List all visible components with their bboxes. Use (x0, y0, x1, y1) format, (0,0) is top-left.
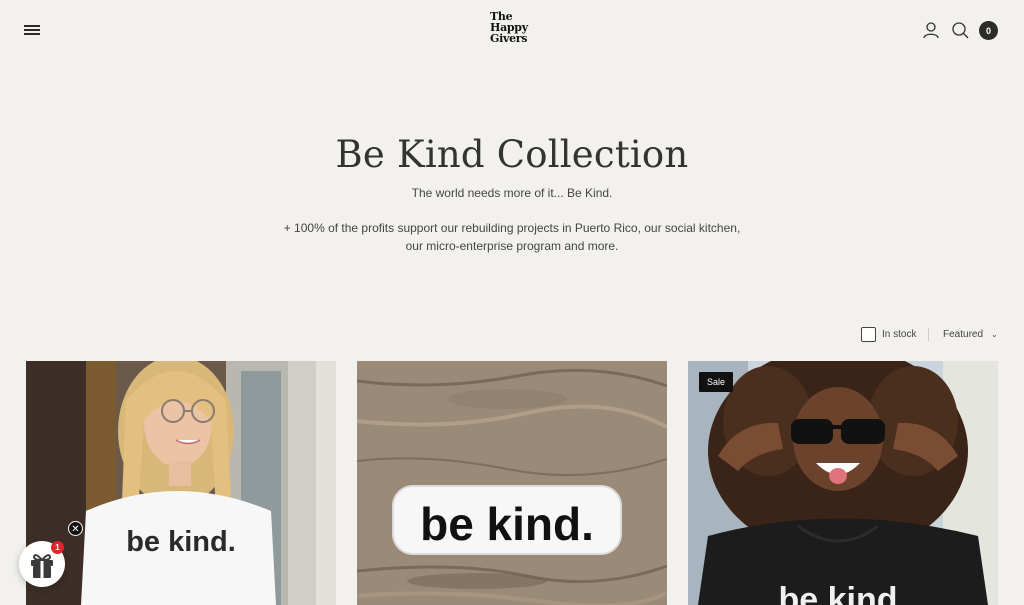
page-title: Be Kind Collection (335, 133, 689, 176)
search-icon[interactable] (950, 20, 970, 40)
product-print-text: be kind (778, 581, 897, 605)
description-line-2: our micro-enterprise program and more. (405, 239, 619, 253)
product-image: be kind (688, 361, 998, 605)
site-logo[interactable]: The Happy Givers (490, 11, 536, 44)
product-image: be kind. (357, 361, 667, 605)
description-line-1: + 100% of the profits support our rebuil… (283, 221, 741, 235)
cart-count: 0 (985, 25, 991, 36)
chevron-down-icon[interactable]: ⌄ (991, 330, 998, 339)
close-icon[interactable]: ✕ (68, 521, 83, 536)
collection-description: + 100% of the profits support our rebuil… (0, 219, 1024, 255)
menu-icon[interactable] (24, 22, 41, 37)
product-image: be kind. (26, 361, 336, 605)
in-stock-label[interactable]: In stock (882, 329, 916, 340)
product-print-text: be kind. (420, 498, 594, 550)
filter-divider (928, 328, 929, 341)
in-stock-checkbox[interactable] (861, 327, 876, 342)
account-icon[interactable] (921, 20, 941, 40)
logo-line-3: Givers (490, 32, 528, 45)
site-header: The Happy Givers 0 (0, 0, 1024, 64)
product-card[interactable]: be kind (688, 361, 998, 605)
collection-tagline: The world needs more of it... Be Kind. (411, 186, 613, 200)
product-card[interactable]: be kind. (357, 361, 667, 605)
sort-select[interactable]: Featured (943, 329, 983, 340)
gift-notification-badge: 1 (51, 541, 64, 554)
product-print-text: be kind. (126, 526, 236, 558)
cart-icon[interactable]: 0 (979, 21, 998, 40)
product-card[interactable]: be kind. (26, 361, 336, 605)
sale-badge: Sale (699, 372, 733, 392)
